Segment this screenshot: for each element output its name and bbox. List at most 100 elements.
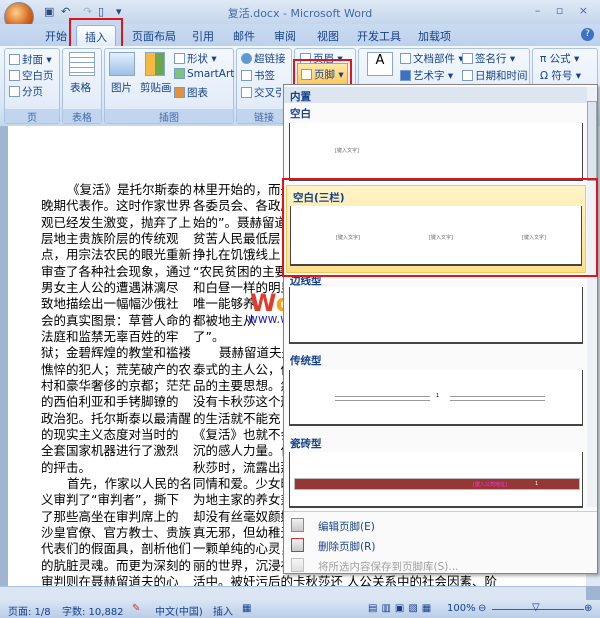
text-line: 村和豪华奢侈的京都；茫茫 bbox=[41, 377, 192, 393]
text-line: 《复活》也就不会 bbox=[193, 426, 294, 442]
remove-footer-menu-item[interactable]: 删除页脚(R) bbox=[284, 535, 597, 555]
quick-parts-button[interactable]: 文档部件 ▾ bbox=[400, 51, 464, 66]
zoom-slider-thumb[interactable]: ▽ bbox=[532, 602, 540, 613]
placeholder: [键入公司地址] bbox=[473, 482, 507, 488]
text-line: 都被地主从 bbox=[193, 312, 256, 328]
new-doc-icon[interactable]: ▯ bbox=[98, 5, 111, 18]
text-line: 为地主家的养女兼 bbox=[193, 492, 294, 508]
cross-reference-button[interactable]: 交叉引 bbox=[241, 85, 286, 100]
category-builtin: 内置 bbox=[284, 87, 587, 103]
text-line: 沉的感人力量。作 bbox=[193, 443, 294, 459]
text-line: 晚期代表作。这时作家世界 bbox=[41, 198, 192, 214]
tab-developer[interactable]: 开发工具 bbox=[357, 28, 401, 44]
bookmark-button[interactable]: 书签 bbox=[241, 68, 275, 83]
text-line: 的生活就不能充 bbox=[193, 410, 281, 426]
macro-icon[interactable]: ▦ bbox=[242, 603, 251, 614]
label: 形状 ▾ bbox=[187, 53, 217, 65]
gallery-scrollbar[interactable] bbox=[587, 87, 597, 507]
placeholder: [键入文字] bbox=[335, 148, 359, 154]
text-line: 秋莎时，流露出那 bbox=[193, 459, 294, 475]
tab-addins[interactable]: 加载项 bbox=[418, 28, 451, 44]
text-line: 挣扎在饥饿线上， bbox=[193, 247, 294, 263]
view-buttons[interactable]: ▤▥▣▧▦ bbox=[368, 603, 435, 614]
text-line: 会的真实图景：草菅人命的 bbox=[41, 312, 192, 328]
equation-button[interactable]: π 公式 ▾ bbox=[540, 51, 579, 66]
tab-mailings[interactable]: 邮件 bbox=[233, 28, 255, 44]
text-line: 没有卡秋莎这个形 bbox=[193, 394, 294, 410]
chart-button[interactable]: 图表 bbox=[174, 85, 208, 100]
tab-references[interactable]: 引用 bbox=[192, 28, 214, 44]
hyperlink-button[interactable]: 超链接 bbox=[241, 51, 286, 66]
tab-review[interactable]: 审阅 bbox=[274, 28, 296, 44]
label: 分页 bbox=[22, 86, 43, 98]
page-break-icon bbox=[9, 86, 20, 97]
clipart-icon[interactable] bbox=[145, 52, 165, 76]
qat-customize-icon[interactable]: ▾ bbox=[116, 5, 129, 18]
date-time-button[interactable]: 日期和时间 bbox=[462, 68, 528, 83]
zoom-in-icon[interactable]: ⊕ bbox=[584, 603, 592, 614]
gallery-item-sideline[interactable] bbox=[289, 287, 583, 344]
picture-icon[interactable] bbox=[109, 52, 135, 76]
text-line: 的西伯利亚和手铐脚镣的 bbox=[41, 394, 179, 410]
footer-dropdown: 内置 空白 [键入文字] 空白(三栏) [键入文字] [键入文字] [键入文字] 边… bbox=[283, 84, 598, 574]
group-label: 插图 bbox=[105, 109, 233, 124]
tab-page-layout[interactable]: 页面布局 bbox=[132, 28, 176, 44]
remove-footer-icon bbox=[291, 538, 304, 552]
zoom-out-icon[interactable]: ⊖ bbox=[478, 603, 486, 614]
symbol-button[interactable]: Ω 符号 ▾ bbox=[540, 68, 581, 83]
clipart-button[interactable]: 剪贴画 bbox=[140, 80, 172, 95]
table-button[interactable]: 表格 bbox=[70, 80, 91, 95]
quick-parts-icon bbox=[400, 53, 411, 64]
gallery-item-traditional[interactable]: 1 bbox=[289, 370, 583, 426]
proofing-icon[interactable]: ✎ bbox=[132, 603, 140, 614]
page-break-button[interactable]: 分页 bbox=[9, 84, 43, 99]
shapes-icon bbox=[174, 53, 185, 64]
text-line: 法庭和监禁无辜百姓的牢 bbox=[41, 328, 179, 344]
language[interactable]: 中文(中国) bbox=[155, 603, 203, 618]
wordart-button[interactable]: 艺术字 ▾ bbox=[400, 68, 453, 83]
shapes-button[interactable]: 形状 ▾ bbox=[174, 51, 217, 66]
calendar-icon bbox=[462, 70, 473, 81]
redo-icon[interactable]: ↷ bbox=[83, 5, 96, 18]
label: 签名行 ▾ bbox=[475, 53, 516, 65]
word-count[interactable]: 字数: 10,882 bbox=[62, 603, 124, 618]
text-line: 义审判了“审判者”，撕下 bbox=[41, 492, 179, 508]
text-line: 憔悴的犯人；荒芜破产的农 bbox=[41, 361, 192, 377]
page-count[interactable]: 页面: 1/8 bbox=[8, 603, 51, 618]
text-line: 丽的世界，沉浸在 bbox=[193, 557, 294, 573]
signature-line-button[interactable]: 签名行 ▾ bbox=[462, 51, 515, 66]
window-controls[interactable]: – ▫ × bbox=[535, 4, 594, 17]
textbox-button[interactable]: A bbox=[367, 52, 393, 76]
label: 超链接 bbox=[254, 53, 286, 65]
text-line: 一颗单纯的心灵， bbox=[193, 541, 294, 557]
insert-mode[interactable]: 插入 bbox=[213, 603, 233, 618]
label: 删除页脚(R) bbox=[318, 541, 376, 553]
text-line: 的现实主义态度对当时的 bbox=[41, 426, 179, 442]
text-line: 层地主贵族阶层的传统观 bbox=[41, 230, 179, 246]
table-icon[interactable] bbox=[69, 52, 95, 76]
edit-footer-menu-item[interactable]: 编辑页脚(E) bbox=[284, 515, 597, 535]
gallery-item-blank[interactable]: [键入文字] bbox=[289, 123, 583, 181]
picture-button[interactable]: 图片 bbox=[111, 80, 132, 95]
save-icon[interactable]: ▣ bbox=[44, 5, 57, 18]
edit-footer-icon bbox=[291, 518, 304, 532]
text-line: 《复活》是托尔斯泰的 bbox=[67, 182, 193, 197]
undo-icon[interactable]: ↶ bbox=[61, 5, 74, 18]
label: 文档部件 ▾ bbox=[413, 53, 464, 65]
text-line: 同情和爱。少女时 bbox=[193, 475, 294, 491]
text-line: “农民贫困的主要 bbox=[193, 263, 287, 279]
blank-page-icon bbox=[9, 70, 20, 81]
smartart-button[interactable]: SmartArt bbox=[174, 68, 234, 80]
text-line: 贫苦人民最低层， bbox=[193, 230, 294, 246]
save-gallery-icon bbox=[291, 558, 304, 572]
tab-home[interactable]: 开始 bbox=[45, 28, 67, 44]
blank-page-button[interactable]: 空白页 bbox=[9, 68, 54, 83]
help-icon[interactable]: ? bbox=[581, 28, 594, 41]
label: 封面 ▾ bbox=[22, 54, 52, 66]
gallery-item-tiles[interactable]: [键入公司地址] 1 bbox=[289, 452, 583, 508]
horizontal-scrollbar[interactable] bbox=[0, 586, 586, 600]
cover-page-button[interactable]: 封面 ▾ bbox=[9, 52, 52, 67]
text-line: 了那些高坐在审判席上的 bbox=[41, 508, 179, 524]
zoom-level[interactable]: 100% bbox=[447, 603, 476, 614]
tab-view[interactable]: 视图 bbox=[317, 28, 339, 44]
